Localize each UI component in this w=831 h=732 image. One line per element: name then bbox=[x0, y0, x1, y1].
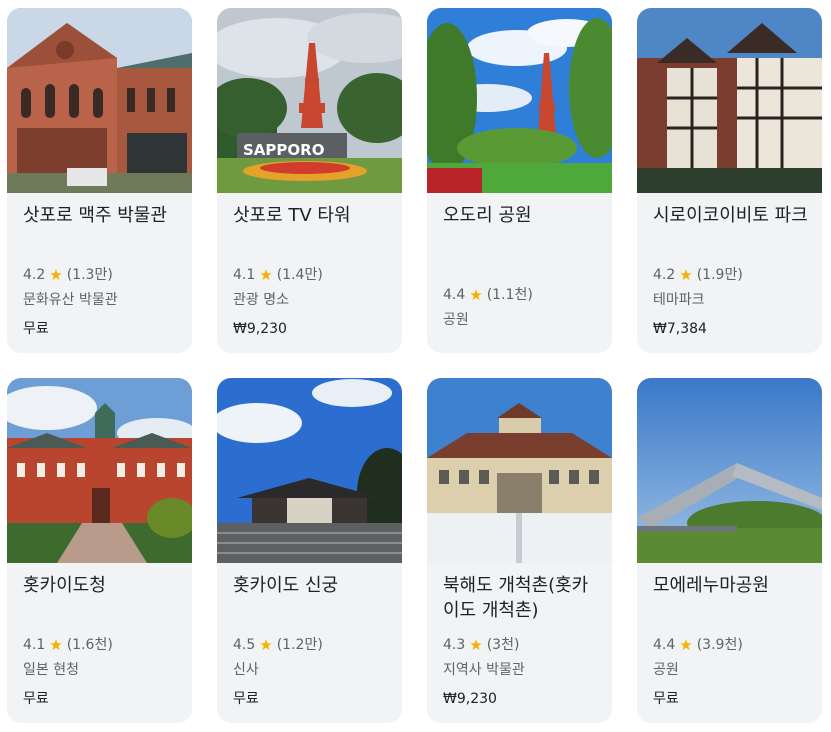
place-card[interactable]: 삿포로 맥주 박물관 4.2 ★ (1.3만) 문화유산 박물관 무료 bbox=[7, 8, 192, 353]
star-icon: ★ bbox=[259, 266, 273, 284]
star-icon: ★ bbox=[469, 286, 483, 304]
place-price: 무료 bbox=[23, 321, 49, 337]
snowy-station-image bbox=[427, 378, 612, 563]
place-category: 테마파크 bbox=[653, 292, 705, 308]
star-icon: ★ bbox=[49, 636, 63, 654]
park-tower-image bbox=[427, 8, 612, 193]
tudor-building-image bbox=[637, 8, 822, 193]
review-count: (1.1천) bbox=[486, 287, 533, 303]
place-title: 북해도 개척촌(홋카이도 개척촌) bbox=[443, 575, 589, 621]
place-price: 무료 bbox=[233, 691, 259, 707]
rating-row: 4.4 ★ (1.1천) bbox=[443, 285, 602, 305]
place-card[interactable]: 모에레누마공원 4.4 ★ (3.9천) 공원 무료 bbox=[637, 378, 822, 723]
rating-value: 4.2 bbox=[23, 267, 46, 283]
review-count: (3.9천) bbox=[696, 637, 743, 653]
rating-row: 4.4 ★ (3.9천) bbox=[653, 635, 812, 655]
place-card[interactable]: 홋카이도 신궁 4.5 ★ (1.2만) 신사 무료 bbox=[217, 378, 402, 723]
star-icon: ★ bbox=[469, 636, 483, 654]
rating-value: 4.4 bbox=[653, 637, 676, 653]
place-title: 삿포로 TV 타워 bbox=[233, 205, 351, 226]
place-card[interactable]: SAPPORO 삿포로 TV 타워 4.1 ★ (1.4만) 관광 명소 ₩9,… bbox=[217, 8, 402, 353]
rating-value: 4.1 bbox=[23, 637, 46, 653]
places-grid: 삿포로 맥주 박물관 4.2 ★ (1.3만) 문화유산 박물관 무료 SAPP… bbox=[7, 8, 822, 723]
rating-row: 4.1 ★ (1.6천) bbox=[23, 635, 182, 655]
place-card[interactable]: 오도리 공원 4.4 ★ (1.1천) 공원 bbox=[427, 8, 612, 353]
rating-row: 4.3 ★ (3천) bbox=[443, 635, 602, 655]
rating-row: 4.2 ★ (1.9만) bbox=[653, 265, 812, 285]
review-count: (1.9만) bbox=[696, 267, 743, 283]
rating-value: 4.4 bbox=[443, 287, 466, 303]
place-title: 시로이코이비토 파크 bbox=[653, 205, 808, 226]
place-category: 공원 bbox=[443, 312, 469, 328]
place-card[interactable]: 북해도 개척촌(홋카이도 개척촌) 4.3 ★ (3천) 지역사 박물관 ₩9,… bbox=[427, 378, 612, 723]
place-title: 삿포로 맥주 박물관 bbox=[23, 205, 167, 226]
place-card[interactable]: 홋카이도청 4.1 ★ (1.6천) 일본 현청 무료 bbox=[7, 378, 192, 723]
place-price: ₩7,384 bbox=[653, 321, 707, 337]
rating-row: 4.5 ★ (1.2만) bbox=[233, 635, 392, 655]
review-count: (1.3만) bbox=[66, 267, 113, 283]
place-title: 홋카이도 신궁 bbox=[233, 575, 339, 596]
place-card[interactable]: 시로이코이비토 파크 4.2 ★ (1.9만) 테마파크 ₩7,384 bbox=[637, 8, 822, 353]
review-count: (1.2만) bbox=[276, 637, 323, 653]
star-icon: ★ bbox=[49, 266, 63, 284]
rating-value: 4.5 bbox=[233, 637, 256, 653]
place-title: 홋카이도청 bbox=[23, 575, 106, 596]
star-icon: ★ bbox=[679, 636, 693, 654]
place-category: 지역사 박물관 bbox=[443, 662, 525, 678]
review-count: (1.6천) bbox=[66, 637, 113, 653]
place-category: 관광 명소 bbox=[233, 292, 289, 308]
place-category: 공원 bbox=[653, 662, 679, 678]
place-title: 오도리 공원 bbox=[443, 205, 532, 226]
place-price: 무료 bbox=[23, 691, 49, 707]
rating-value: 4.1 bbox=[233, 267, 256, 283]
rating-value: 4.2 bbox=[653, 267, 676, 283]
place-category: 문화유산 박물관 bbox=[23, 292, 118, 308]
place-category: 신사 bbox=[233, 662, 259, 678]
review-count: (1.4만) bbox=[276, 267, 323, 283]
shrine-image bbox=[217, 378, 402, 563]
review-count: (3천) bbox=[486, 637, 520, 653]
sapporo-sign: SAPPORO bbox=[243, 141, 324, 159]
star-icon: ★ bbox=[259, 636, 273, 654]
brick-museum-image bbox=[7, 8, 192, 193]
rating-row: 4.1 ★ (1.4만) bbox=[233, 265, 392, 285]
moerenuma-sculpture-image bbox=[637, 378, 822, 563]
place-price: ₩9,230 bbox=[443, 691, 497, 707]
place-price: 무료 bbox=[653, 691, 679, 707]
tv-tower-image: SAPPORO bbox=[217, 8, 402, 193]
rating-row: 4.2 ★ (1.3만) bbox=[23, 265, 182, 285]
rating-value: 4.3 bbox=[443, 637, 466, 653]
star-icon: ★ bbox=[679, 266, 693, 284]
place-category: 일본 현청 bbox=[23, 662, 79, 678]
red-brick-government-image bbox=[7, 378, 192, 563]
place-title: 모에레누마공원 bbox=[653, 575, 769, 596]
place-price: ₩9,230 bbox=[233, 321, 287, 337]
